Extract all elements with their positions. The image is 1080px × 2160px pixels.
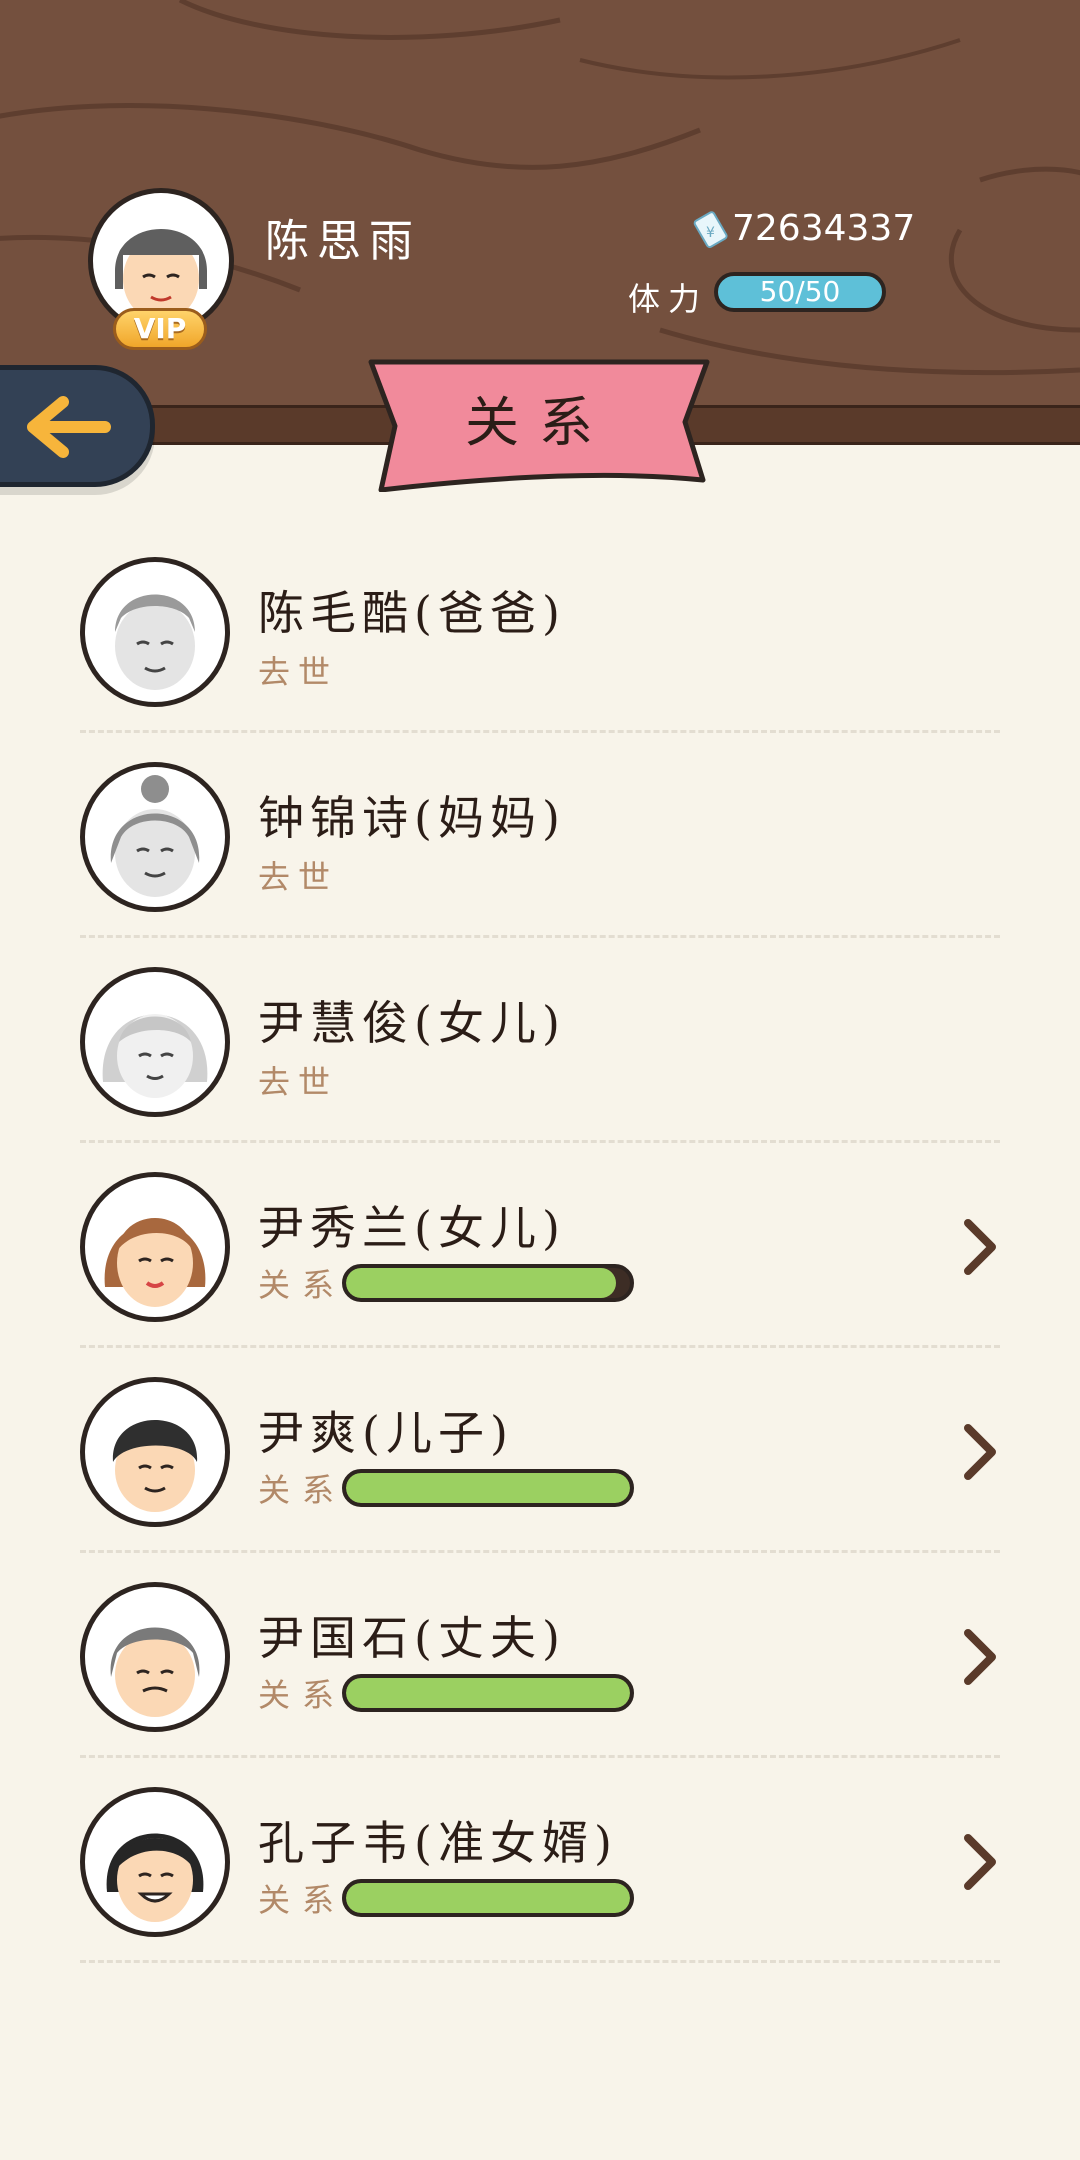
relative-avatar bbox=[80, 1172, 230, 1322]
relative-name: 尹爽(儿子) bbox=[258, 1406, 514, 1460]
relative-status: 去世 bbox=[258, 1063, 339, 1101]
divider bbox=[80, 935, 1000, 938]
relation-bar bbox=[342, 1469, 634, 1507]
svg-text:¥: ¥ bbox=[706, 225, 715, 241]
relation-bar-fill bbox=[346, 1268, 616, 1298]
chevron-right-icon[interactable] bbox=[960, 1215, 1000, 1279]
vip-badge: VIP bbox=[113, 308, 207, 350]
relation-bar bbox=[342, 1879, 634, 1917]
divider bbox=[80, 1960, 1000, 1963]
relation-label: 关系 bbox=[258, 1881, 347, 1919]
relative-name: 陈毛酷(爸爸) bbox=[258, 586, 566, 640]
page-title: 关系 bbox=[465, 391, 613, 454]
divider bbox=[80, 1345, 1000, 1348]
relative-name: 孔子韦(准女婿) bbox=[258, 1816, 618, 1870]
divider bbox=[80, 1550, 1000, 1553]
relation-bar bbox=[342, 1264, 634, 1302]
relation-bar-fill bbox=[346, 1473, 630, 1503]
relative-avatar bbox=[80, 762, 230, 912]
chevron-right-icon[interactable] bbox=[960, 1830, 1000, 1894]
list-item[interactable]: 孔子韦(准女婿) 关系 bbox=[80, 1775, 1000, 1980]
relation-label: 关系 bbox=[258, 1266, 347, 1304]
relative-name: 尹秀兰(女儿) bbox=[258, 1201, 566, 1255]
player-name: 陈思雨 bbox=[265, 216, 421, 267]
stamina-label: 体力 bbox=[628, 280, 709, 318]
money-note-icon: ¥ bbox=[693, 211, 728, 249]
chevron-right-icon[interactable] bbox=[960, 1625, 1000, 1689]
relation-bar bbox=[342, 1674, 634, 1712]
list-item: 钟锦诗(妈妈) 去世 bbox=[80, 750, 1000, 955]
relative-avatar bbox=[80, 1582, 230, 1732]
divider bbox=[80, 730, 1000, 733]
money-amount: 72634337 bbox=[732, 208, 916, 249]
list-item[interactable]: 尹国石(丈夫) 关系 bbox=[80, 1570, 1000, 1775]
relation-bar-fill bbox=[346, 1678, 630, 1708]
relative-name: 钟锦诗(妈妈) bbox=[258, 791, 566, 845]
relative-avatar bbox=[80, 557, 230, 707]
list-item: 尹慧俊(女儿) 去世 bbox=[80, 955, 1000, 1160]
back-button[interactable] bbox=[0, 365, 155, 487]
list-item[interactable]: 尹爽(儿子) 关系 bbox=[80, 1365, 1000, 1570]
relation-label: 关系 bbox=[258, 1676, 347, 1714]
relative-avatar bbox=[80, 1377, 230, 1527]
divider bbox=[80, 1755, 1000, 1758]
stamina-bar: 50/50 bbox=[714, 272, 886, 312]
relative-avatar bbox=[80, 1787, 230, 1937]
relation-bar-fill bbox=[346, 1883, 630, 1913]
divider bbox=[80, 1140, 1000, 1143]
chevron-right-icon[interactable] bbox=[960, 1420, 1000, 1484]
relative-name: 尹慧俊(女儿) bbox=[258, 996, 566, 1050]
arrow-left-icon bbox=[27, 396, 111, 458]
relative-status: 去世 bbox=[258, 653, 339, 691]
relative-avatar bbox=[80, 967, 230, 1117]
relation-label: 关系 bbox=[258, 1471, 347, 1509]
list-item[interactable]: 尹秀兰(女儿) 关系 bbox=[80, 1160, 1000, 1365]
list-item: 陈毛酷(爸爸) 去世 bbox=[80, 545, 1000, 750]
relative-status: 去世 bbox=[258, 858, 339, 896]
relative-name: 尹国石(丈夫) bbox=[258, 1611, 566, 1665]
